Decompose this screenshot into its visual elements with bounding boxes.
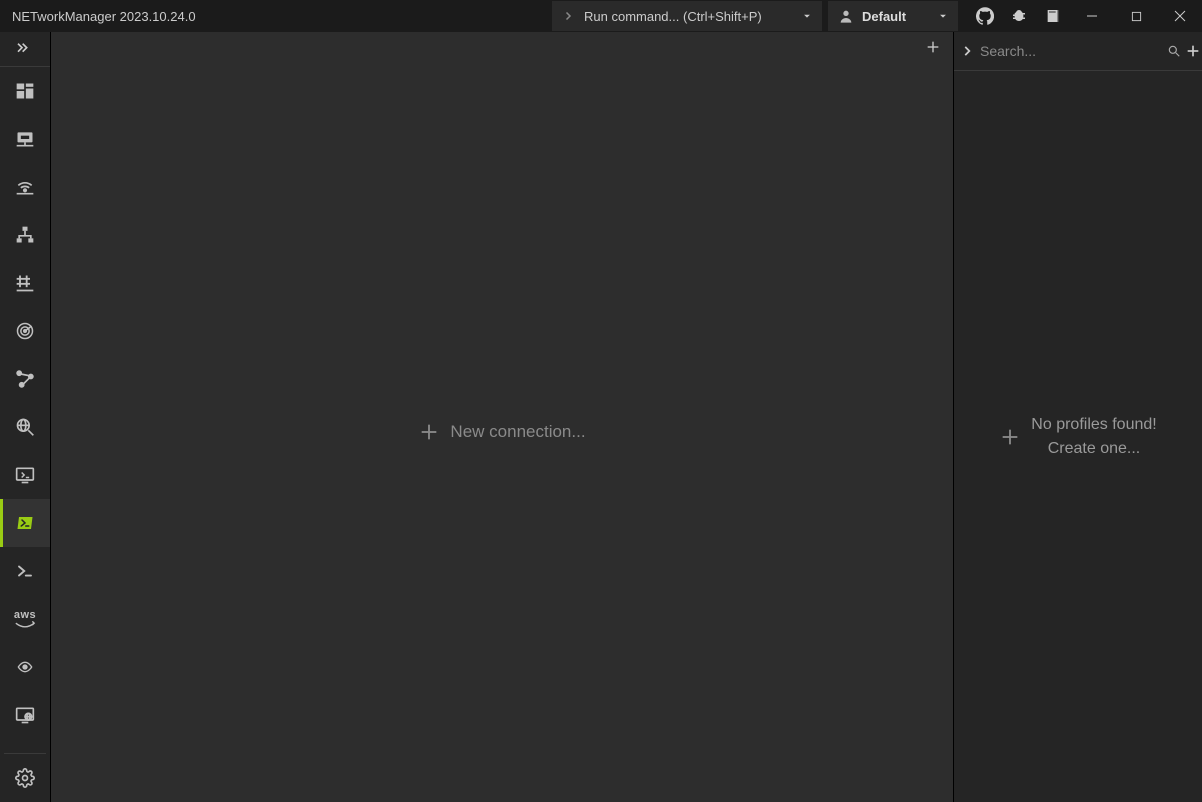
profiles-search-input[interactable]	[978, 42, 1163, 60]
run-command-box[interactable]: Run command... (Ctrl+Shift+P)	[552, 1, 822, 31]
dropdown-caret-icon	[802, 11, 812, 21]
window-minimize-button[interactable]	[1070, 0, 1114, 32]
sidebar-item-traceroute[interactable]	[0, 355, 50, 403]
sidebar-item-dashboard[interactable]	[0, 67, 50, 115]
no-profiles-line2: Create one...	[1031, 437, 1156, 461]
profiles-panel: No profiles found! Create one...	[953, 32, 1202, 802]
docs-button[interactable]	[1036, 0, 1070, 32]
new-connection-label: New connection...	[450, 422, 585, 442]
panel-collapse-button[interactable]	[960, 44, 974, 58]
main-area: New connection...	[51, 32, 953, 802]
profile-selected-label: Default	[862, 9, 906, 24]
aws-icon: aws	[14, 609, 36, 621]
sidebar-item-wifi[interactable]	[0, 163, 50, 211]
profile-dropdown[interactable]: Default	[828, 1, 958, 31]
plus-icon	[999, 426, 1021, 448]
bug-report-button[interactable]	[1002, 0, 1036, 32]
create-profile-button[interactable]: No profiles found! Create one...	[999, 413, 1156, 461]
sidebar-item-ping-monitor[interactable]	[0, 307, 50, 355]
user-icon	[838, 8, 854, 24]
sidebar: aws	[0, 32, 51, 802]
new-connection-button[interactable]: New connection...	[418, 421, 585, 443]
sidebar-item-ip-scanner[interactable]	[0, 211, 50, 259]
sidebar-item-powershell[interactable]	[0, 499, 50, 547]
sidebar-item-port-scanner[interactable]	[0, 259, 50, 307]
new-tab-button[interactable]	[921, 35, 945, 59]
add-profile-button[interactable]	[1185, 43, 1201, 59]
sidebar-item-network-interface[interactable]	[0, 115, 50, 163]
sidebar-item-aws-session-manager[interactable]: aws	[0, 595, 50, 643]
sidebar-item-web-console[interactable]	[0, 691, 50, 739]
titlebar: NETworkManager 2023.10.24.0 Run command.…	[0, 0, 1202, 32]
no-profiles-line1: No profiles found!	[1031, 413, 1156, 437]
sidebar-settings-button[interactable]	[0, 754, 50, 802]
app-title: NETworkManager 2023.10.24.0	[0, 9, 196, 24]
window-close-button[interactable]	[1158, 0, 1202, 32]
github-button[interactable]	[968, 0, 1002, 32]
plus-icon	[418, 421, 440, 443]
window-maximize-button[interactable]	[1114, 0, 1158, 32]
sidebar-expand-button[interactable]	[0, 32, 50, 67]
run-command-placeholder: Run command... (Ctrl+Shift+P)	[584, 9, 762, 24]
dropdown-caret-icon	[938, 11, 948, 21]
sidebar-item-tigervnc[interactable]	[0, 643, 50, 691]
sidebar-item-putty[interactable]	[0, 547, 50, 595]
sidebar-item-dns-lookup[interactable]	[0, 403, 50, 451]
sidebar-item-remote-desktop[interactable]	[0, 451, 50, 499]
chevron-right-icon	[562, 10, 574, 22]
tab-strip	[51, 32, 953, 62]
search-icon[interactable]	[1167, 44, 1181, 58]
